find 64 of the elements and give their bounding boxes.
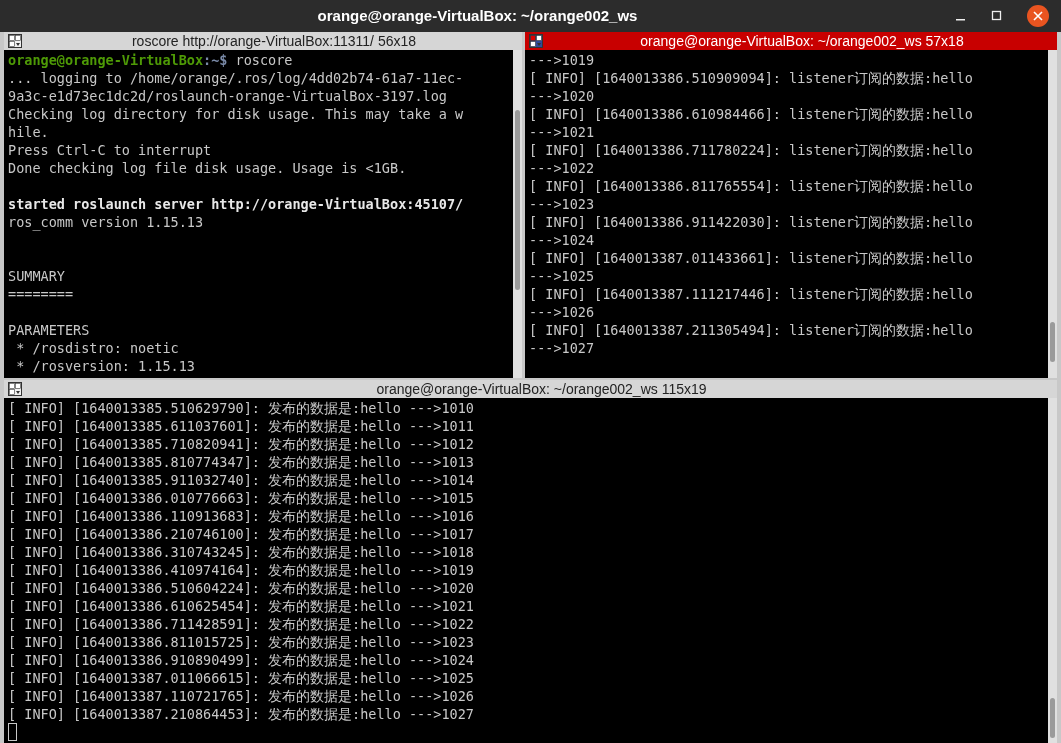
command-text: roscore bbox=[234, 52, 293, 68]
layout-grid-icon[interactable] bbox=[8, 382, 22, 396]
terminal-line: [ INFO] [1640013385.510629790]: 发布的数据是:hello --->1010 bbox=[8, 399, 474, 417]
terminal-line: Press Ctrl-C to interrupt bbox=[8, 141, 212, 159]
terminal-line: [ INFO] [1640013386.610984466]: listener订阅的数据:hello bbox=[529, 105, 973, 123]
terminal-line: [ INFO] [1640013386.811015725]: 发布的数据是:hello --->1023 bbox=[8, 633, 474, 651]
scrollbar[interactable] bbox=[513, 50, 522, 378]
terminal-line: [ INFO] [1640013386.811765554]: listener订阅的数据:hello bbox=[529, 177, 973, 195]
terminal-line: [ INFO] [1640013387.011433661]: listener订阅的数据:hello bbox=[529, 249, 973, 267]
terminal-line: 9a3c-e1d73ec1dc2d/roslaunch-orange-VirtualBox-3197.log bbox=[8, 87, 447, 105]
maximize-icon[interactable] bbox=[991, 10, 1003, 22]
scrollbar[interactable] bbox=[1048, 398, 1057, 743]
scrollbar[interactable] bbox=[1048, 50, 1057, 378]
terminal-line: [ INFO] [1640013387.111217446]: listener订阅的数据:hello bbox=[529, 285, 973, 303]
terminal-line: [ INFO] [1640013386.110913683]: 发布的数据是:hello --->1016 bbox=[8, 507, 474, 525]
terminal-line: [ INFO] [1640013386.910890499]: 发布的数据是:hello --->1024 bbox=[8, 651, 474, 669]
terminal-line: [ INFO] [1640013387.011066615]: 发布的数据是:hello --->1025 bbox=[8, 669, 474, 687]
terminal-line: * /rosdistro: noetic bbox=[15, 339, 179, 357]
text-cursor bbox=[8, 723, 17, 741]
terminal-line: --->1021 bbox=[529, 123, 595, 141]
terminal-line: --->1024 bbox=[529, 231, 595, 249]
terminal-line: [ INFO] [1640013386.711780224]: listener订阅的数据:hello bbox=[529, 141, 973, 159]
terminal-line: [ INFO] [1640013387.210864453]: 发布的数据是:hello --->1027 bbox=[8, 705, 474, 723]
terminal-line: Checking log directory for disk usage. This may take a w bbox=[8, 105, 464, 123]
terminal-line: --->1020 bbox=[529, 87, 595, 105]
close-icon[interactable] bbox=[1027, 5, 1049, 27]
terminal-line: hile. bbox=[8, 123, 49, 141]
terminal-line: --->1019 bbox=[529, 51, 595, 69]
prompt-path: :~$ bbox=[203, 52, 228, 68]
terminal-line: [ INFO] [1640013386.711428591]: 发布的数据是:hello --->1022 bbox=[8, 615, 474, 633]
terminal-line: --->1026 bbox=[529, 303, 595, 321]
layout-grid-icon[interactable] bbox=[529, 34, 543, 48]
terminal-line: [ INFO] [1640013386.610625454]: 发布的数据是:hello --->1021 bbox=[8, 597, 474, 615]
layout-grid-icon[interactable] bbox=[8, 34, 22, 48]
terminal-line: --->1025 bbox=[529, 267, 595, 285]
prompt-user: orange@orange-VirtualBox bbox=[8, 52, 204, 68]
pane-title: roscore http://orange-VirtualBox:11311/ 56x18 bbox=[131, 32, 417, 50]
terminal-line: [ INFO] [1640013386.010776663]: 发布的数据是:hello --->1015 bbox=[8, 489, 474, 507]
terminal-line: [ INFO] [1640013385.710820941]: 发布的数据是:hello --->1012 bbox=[8, 435, 474, 453]
terminal-line: ros_comm version 1.15.13 bbox=[8, 213, 204, 231]
terminal-line: Done checking log file disk usage. Usage is <1GB. bbox=[8, 159, 407, 177]
terminal-line: [ INFO] [1640013386.911422030]: listener订阅的数据:hello bbox=[529, 213, 973, 231]
terminal-line: --->1027 bbox=[529, 339, 595, 357]
terminal-line: [ INFO] [1640013387.211305494]: listener订阅的数据:hello bbox=[529, 321, 973, 339]
terminal-line: [ INFO] [1640013386.510604224]: 发布的数据是:hello --->1020 bbox=[8, 579, 474, 597]
terminal-line: [ INFO] [1640013386.210746100]: 发布的数据是:hello --->1017 bbox=[8, 525, 474, 543]
terminal-line: ======== bbox=[8, 285, 74, 303]
terminal-line: [ INFO] [1640013385.810774347]: 发布的数据是:hello --->1013 bbox=[8, 453, 474, 471]
pane-title: orange@orange-VirtualBox: ~/orange002_ws 115x19 bbox=[376, 380, 707, 398]
window-title: orange@orange-VirtualBox: ~/orange002_ws bbox=[317, 5, 638, 26]
terminal-line: --->1023 bbox=[529, 195, 595, 213]
terminal-line: [ INFO] [1640013385.611037601]: 发布的数据是:hello --->1011 bbox=[8, 417, 474, 435]
terminal-line: PARAMETERS bbox=[8, 321, 90, 339]
terminal-line: --->1022 bbox=[529, 159, 595, 177]
terminal-line: [ INFO] [1640013386.410974164]: 发布的数据是:hello --->1019 bbox=[8, 561, 474, 579]
terminal-line: SUMMARY bbox=[8, 267, 65, 285]
terminal-line: [ INFO] [1640013385.911032740]: 发布的数据是:hello --->1014 bbox=[8, 471, 474, 489]
terminal-line: started roslaunch server http://orange-VirtualBox:45107/ bbox=[8, 195, 464, 213]
terminal-line: * /rosversion: 1.15.13 bbox=[15, 357, 195, 375]
terminal-line: [ INFO] [1640013387.110721765]: 发布的数据是:hello --->1026 bbox=[8, 687, 474, 705]
terminal-line: ... logging to /home/orange/.ros/log/4dd02b74-61a7-11ec- bbox=[8, 69, 464, 87]
terminal-line: [ INFO] [1640013386.310743245]: 发布的数据是:hello --->1018 bbox=[8, 543, 474, 561]
pane-title: orange@orange-VirtualBox: ~/orange002_ws 57x18 bbox=[640, 32, 964, 50]
terminal-line: [ INFO] [1640013386.510909094]: listener订阅的数据:hello bbox=[529, 69, 973, 87]
